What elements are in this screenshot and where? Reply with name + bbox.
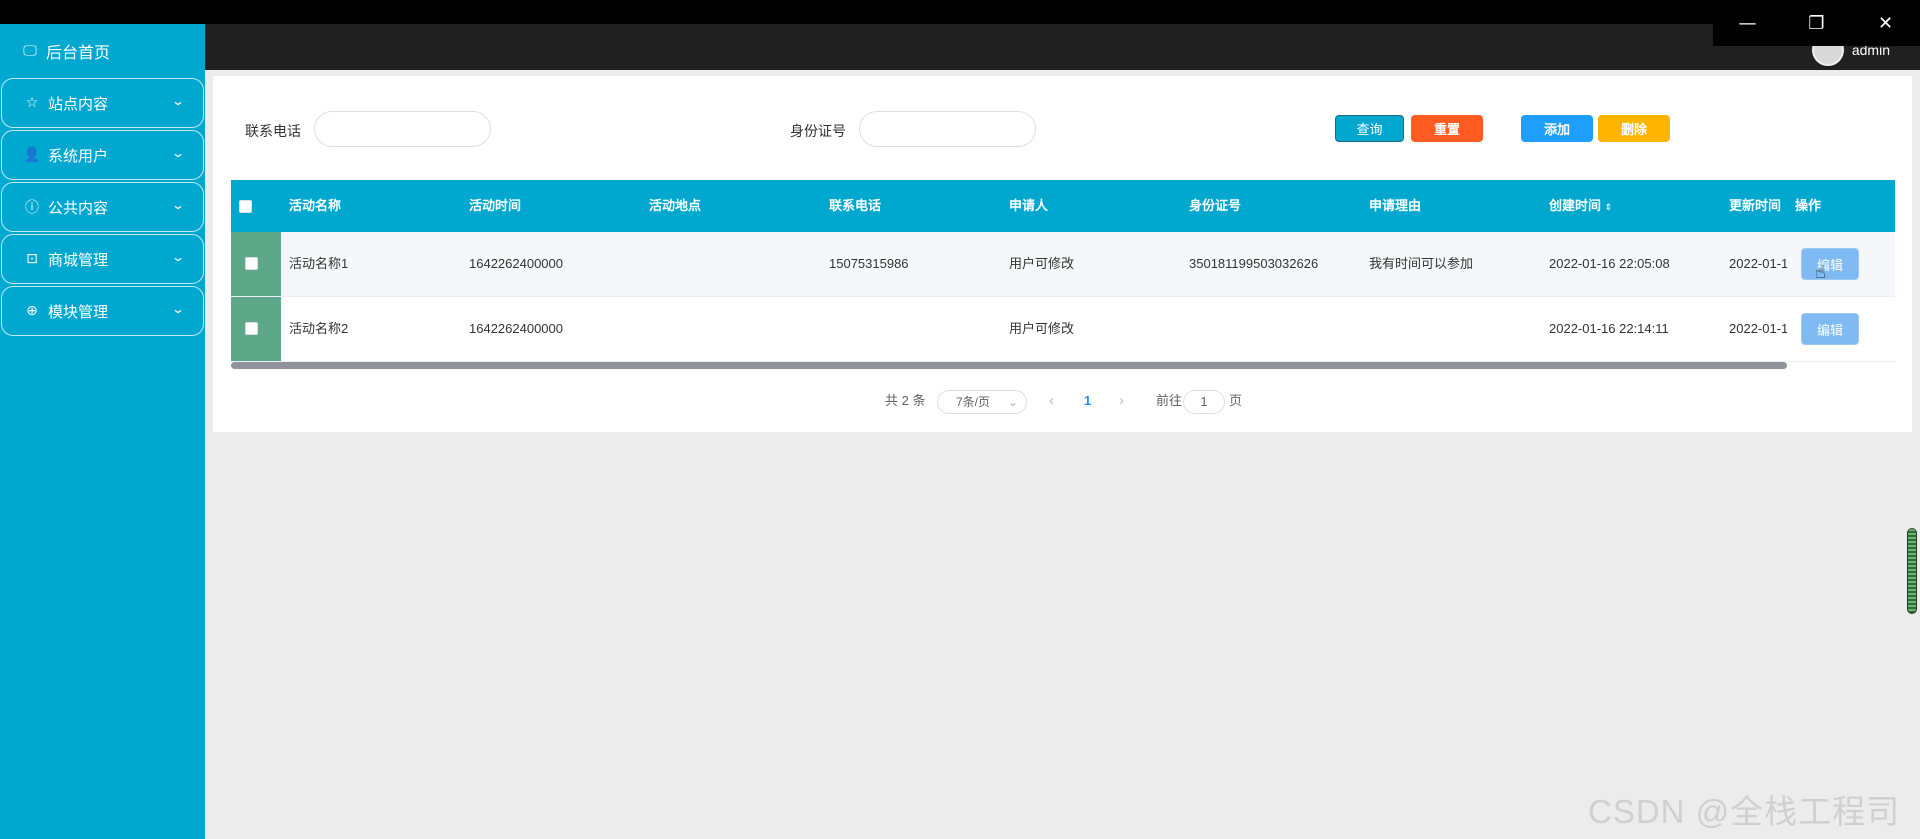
search-bar: 联系电话 身份证号 查询 重置 添加 删除	[245, 111, 1885, 149]
col-header-created[interactable]: 创建时间 ⇕	[1549, 180, 1612, 232]
sidebar-item-mall[interactable]: ⊡ 商城管理 ⌄	[1, 234, 204, 284]
cell-name: 活动名称1	[289, 256, 349, 271]
cell-updated: 2022-01-1	[1729, 321, 1789, 336]
reset-button[interactable]: 重置	[1411, 115, 1483, 142]
phone-input[interactable]	[314, 111, 491, 147]
edit-button[interactable]: 编辑	[1801, 248, 1859, 280]
page-suffix: 页	[1229, 393, 1243, 408]
phone-label: 联系电话	[245, 123, 301, 139]
monitor-icon: 🖵	[23, 43, 37, 59]
row-select-cell	[231, 232, 281, 296]
col-header[interactable]: 活动名称	[289, 180, 341, 232]
col-header[interactable]: 活动地点	[649, 180, 701, 232]
hand-cursor-icon: ☝	[1815, 262, 1826, 283]
restore-icon[interactable]: ❐	[1782, 0, 1851, 46]
op-header: 操作	[1787, 180, 1895, 232]
cell-applicant: 用户可修改	[1009, 321, 1075, 336]
bag-icon: ⊡	[26, 251, 38, 267]
sidebar-item-label: 商城管理	[48, 251, 109, 269]
op-cell: 编辑	[1787, 232, 1895, 297]
title-bar	[0, 0, 1920, 24]
chevron-down-icon: ⌄	[170, 302, 186, 316]
next-page-icon[interactable]: ›	[1119, 388, 1124, 414]
cell-id: 350181199503032626	[1189, 256, 1319, 271]
select-all-checkbox[interactable]	[239, 200, 252, 213]
col-header[interactable]: 联系电话	[829, 180, 881, 232]
sidebar-item-public-content[interactable]: ⓘ 公共内容 ⌄	[1, 182, 204, 232]
vertical-scrollbar[interactable]	[1907, 528, 1917, 614]
window-controls: — ❐ ✕	[1713, 0, 1920, 46]
row-checkbox[interactable]	[245, 322, 258, 335]
sidebar-item-label: 模块管理	[48, 303, 109, 321]
cell-name: 活动名称2	[289, 321, 349, 336]
goto-page-input[interactable]: 1	[1183, 390, 1225, 414]
sidebar-home-label: 后台首页	[46, 45, 111, 62]
sidebar-home[interactable]: 🖵 后台首页	[0, 24, 205, 78]
add-button[interactable]: 添加	[1521, 115, 1593, 142]
cell-created: 2022-01-16 22:14:11	[1549, 321, 1669, 336]
sidebar: 🖵 后台首页 ☆ 站点内容 ⌄ 👤 系统用户 ⌄ ⓘ 公共内容 ⌄ ⊡ 商城管理…	[0, 24, 205, 839]
chevron-down-icon: ⌄	[170, 198, 186, 212]
cell-time: 1642262400000	[469, 321, 563, 336]
cell-reason: 我有时间可以参加	[1369, 256, 1474, 271]
id-label: 身份证号	[790, 123, 846, 139]
operation-column: 操作 编辑 编辑	[1787, 180, 1895, 364]
top-header: admin	[205, 24, 1920, 70]
cell-updated: 2022-01-1	[1729, 256, 1789, 271]
sidebar-item-label: 系统用户	[48, 147, 109, 165]
edit-button[interactable]: 编辑	[1801, 313, 1859, 345]
row-select-cell	[231, 297, 281, 361]
cell-phone: 15075315986	[829, 256, 909, 271]
horizontal-scrollbar[interactable]	[231, 362, 1787, 369]
chevron-down-icon: ⌄	[170, 250, 186, 264]
col-header-label: 创建时间	[1549, 198, 1602, 213]
star-icon: ☆	[25, 95, 39, 111]
cell-applicant: 用户可修改	[1009, 256, 1075, 271]
id-input[interactable]	[859, 111, 1036, 147]
delete-button[interactable]: 删除	[1598, 115, 1670, 142]
page-size-value: 7条/页	[956, 395, 991, 409]
cell-created: 2022-01-16 22:05:08	[1549, 256, 1670, 271]
goto-label: 前往	[1156, 393, 1183, 408]
page-number[interactable]: 1	[1084, 388, 1091, 414]
minimize-icon[interactable]: —	[1713, 0, 1782, 46]
sidebar-item-label: 站点内容	[48, 95, 109, 113]
chevron-down-icon: ⌄	[1007, 395, 1018, 409]
table-header: 活动名称 活动时间 活动地点 联系电话 申请人 身份证号 申请理由 创建时间 ⇕…	[231, 180, 1895, 232]
sidebar-item-modules[interactable]: ⊕ 模块管理 ⌄	[1, 286, 204, 336]
col-header[interactable]: 更新时间	[1729, 180, 1781, 232]
sort-caret-icon[interactable]: ⇕	[1605, 202, 1613, 212]
info-icon: ⓘ	[25, 200, 39, 216]
data-table: 活动名称 活动时间 活动地点 联系电话 申请人 身份证号 申请理由 创建时间 ⇕…	[231, 180, 1895, 369]
content-card: 联系电话 身份证号 查询 重置 添加 删除 活动名称 活动时间 活动地点 联系电…	[213, 76, 1912, 432]
op-cell: 编辑	[1787, 297, 1895, 362]
row-checkbox[interactable]	[245, 257, 258, 270]
pagination: 共 2 条 7条/页 ⌄ ‹ 1 › 前往 1 页	[213, 388, 1912, 414]
col-header[interactable]: 活动时间	[469, 180, 521, 232]
pagination-total: 共 2 条	[885, 393, 926, 408]
query-button[interactable]: 查询	[1335, 115, 1404, 142]
cell-time: 1642262400000	[469, 256, 563, 271]
col-header[interactable]: 申请人	[1009, 180, 1048, 232]
col-header[interactable]: 身份证号	[1189, 180, 1241, 232]
chevron-down-icon: ⌄	[170, 94, 186, 108]
watermark: CSDN @全栈工程司	[1588, 793, 1901, 830]
sidebar-item-system-users[interactable]: 👤 系统用户 ⌄	[1, 130, 204, 180]
page-size-select[interactable]: 7条/页 ⌄	[937, 390, 1027, 414]
user-icon: 👤	[23, 147, 41, 163]
plus-circle-icon: ⊕	[26, 303, 38, 319]
sidebar-item-site-content[interactable]: ☆ 站点内容 ⌄	[1, 78, 204, 128]
col-header[interactable]: 申请理由	[1369, 180, 1421, 232]
close-icon[interactable]: ✕	[1851, 0, 1920, 46]
table-row: 活动名称1 1642262400000 15075315986 用户可修改 35…	[231, 232, 1895, 297]
col-header: 操作	[1795, 198, 1822, 213]
table-row: 活动名称2 1642262400000 用户可修改 2022-01-16 22:…	[231, 297, 1895, 362]
sidebar-item-label: 公共内容	[48, 199, 109, 217]
prev-page-icon[interactable]: ‹	[1049, 388, 1054, 414]
chevron-down-icon: ⌄	[170, 146, 186, 160]
